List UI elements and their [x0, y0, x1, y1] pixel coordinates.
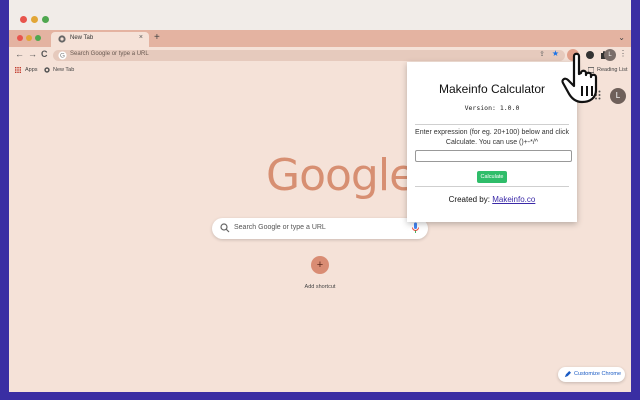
- svg-text:G: G: [60, 53, 65, 60]
- mic-icon[interactable]: [411, 222, 420, 234]
- divider: [415, 124, 569, 125]
- google-icon: G: [58, 51, 67, 60]
- more-menu-icon[interactable]: ⋮: [617, 49, 629, 61]
- customize-chrome-button[interactable]: Customize Chrome: [558, 367, 625, 382]
- window-titlebar: [9, 0, 631, 30]
- bookmark-new-tab[interactable]: New Tab: [53, 67, 74, 73]
- maximize-window-icon[interactable]: [42, 16, 49, 23]
- tab-close-icon[interactable]: ×: [139, 34, 143, 41]
- search-placeholder: Search Google or type a URL: [234, 224, 326, 231]
- omnibox-placeholder: Search Google or type a URL: [70, 51, 149, 57]
- close-window-icon[interactable]: [20, 16, 27, 23]
- divider: [415, 186, 569, 187]
- profile-avatar[interactable]: L: [604, 49, 616, 61]
- reload-button[interactable]: C: [41, 49, 48, 59]
- apps-icon[interactable]: [15, 67, 21, 73]
- popup-credit: Created by: Makeinfo.co: [407, 195, 577, 204]
- add-shortcut-label: Add shortcut: [304, 284, 336, 290]
- minimize-window-icon[interactable]: [31, 16, 38, 23]
- makeinfo-link[interactable]: Makeinfo.co: [492, 195, 535, 204]
- tab-title: New Tab: [70, 35, 94, 41]
- pencil-icon: [564, 371, 571, 378]
- omnibox[interactable]: G Search Google or type a URL ⇪ ★: [53, 49, 565, 61]
- credit-prefix: Created by:: [448, 195, 490, 204]
- new-tab-button[interactable]: +: [154, 32, 160, 43]
- popup-instructions: Enter expression (for eg. 20+100) below …: [415, 129, 569, 146]
- close-window-icon[interactable]: [17, 35, 23, 41]
- back-button[interactable]: ←: [15, 49, 24, 59]
- chrome-icon: [44, 67, 50, 73]
- popup-title: Makeinfo Calculator: [438, 82, 546, 96]
- hand-cursor-icon: [561, 52, 598, 104]
- add-shortcut-button[interactable]: +: [311, 256, 329, 274]
- chrome-icon: [58, 35, 66, 43]
- google-logo: Google: [266, 150, 416, 201]
- account-avatar[interactable]: L: [610, 88, 626, 104]
- tab-strip: New Tab × + ⌄: [9, 30, 631, 47]
- expression-input[interactable]: [415, 150, 572, 162]
- star-icon[interactable]: ★: [552, 49, 559, 58]
- tab-new-tab[interactable]: New Tab ×: [51, 32, 149, 47]
- forward-button[interactable]: →: [28, 49, 37, 59]
- ntp-search-box[interactable]: Search Google or type a URL: [212, 218, 428, 239]
- tab-search-button[interactable]: ⌄: [618, 33, 625, 42]
- search-icon: [220, 223, 230, 233]
- maximize-window-icon[interactable]: [35, 35, 41, 41]
- customize-chrome-label: Customize Chrome: [574, 371, 622, 377]
- minimize-window-icon[interactable]: [26, 35, 32, 41]
- bookmark-apps[interactable]: Apps: [25, 67, 38, 73]
- calculator-popup: Makeinfo Calculator Version: 1.0.0 Enter…: [407, 62, 577, 222]
- popup-version: Version: 1.0.0: [464, 104, 520, 112]
- share-icon[interactable]: ⇪: [539, 50, 545, 58]
- calculate-button[interactable]: Calculate: [477, 171, 507, 183]
